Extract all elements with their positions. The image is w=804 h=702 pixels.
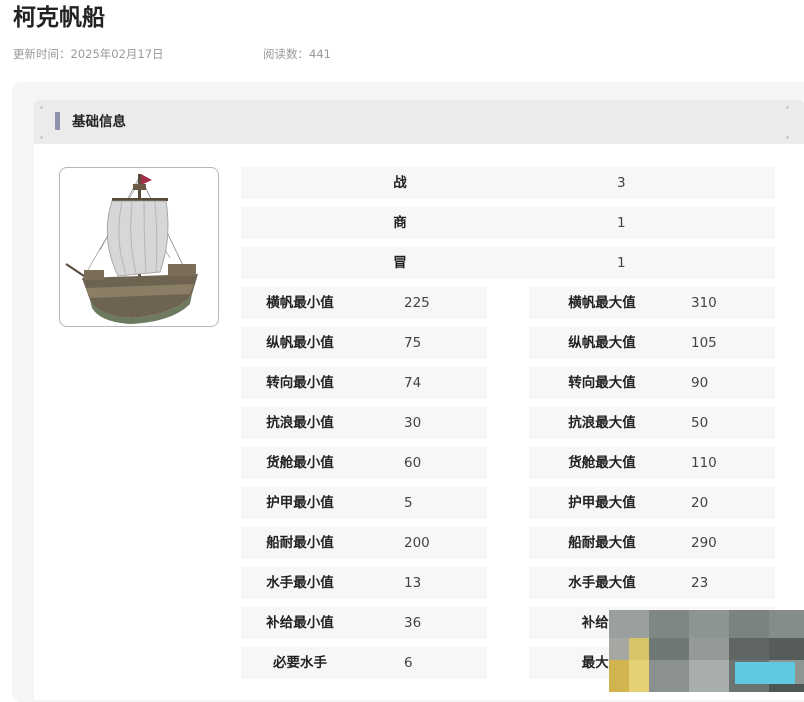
stat-value: 13: [404, 575, 422, 591]
stat-cell-max: 水手最大值 23: [529, 567, 775, 599]
stat-row-war: 战 3: [241, 167, 775, 199]
stat-value: 3: [617, 175, 626, 191]
stat-label: 纵帆最小值: [266, 335, 334, 351]
stat-label: 横帆最大值: [568, 295, 636, 311]
stat-label: 货舱最大值: [568, 455, 636, 471]
stat-value: 290: [691, 535, 717, 551]
stat-label: 护甲最小值: [266, 495, 334, 511]
stat-label: 抗浪最小值: [266, 415, 334, 431]
stat-cell-max: 纵帆最大值 105: [529, 327, 775, 359]
stat-cell-min: 必要水手 6: [241, 647, 487, 679]
stat-cell-min: 护甲最小值 5: [241, 487, 487, 519]
stat-value: 105: [691, 335, 717, 351]
stat-value: 110: [691, 455, 717, 471]
stat-value: 50: [691, 415, 709, 431]
page-title: 柯克帆船: [13, 5, 105, 31]
ship-image: [59, 167, 219, 327]
stat-value: 74: [404, 375, 422, 391]
stat-value: 1: [617, 215, 626, 231]
stat-cell-min: 货舱最小值 60: [241, 447, 487, 479]
stat-label: 冒: [393, 255, 407, 271]
stat-label: 护甲最大值: [568, 495, 636, 511]
stat-label: 转向最小值: [266, 375, 334, 391]
stat-cell-max: 船耐最大值 290: [529, 527, 775, 559]
stat-cell-min: 船耐最小值 200: [241, 527, 487, 559]
stat-cell-max: 货舱最大值 110: [529, 447, 775, 479]
stat-value: 20: [691, 495, 709, 511]
stat-label: 船耐最大值: [568, 535, 636, 551]
stat-label: 横帆最小值: [266, 295, 334, 311]
stat-label: 货舱最小值: [266, 455, 334, 471]
section-header: 基础信息: [34, 100, 804, 144]
stat-value: 225: [404, 295, 430, 311]
corner-dot: [40, 136, 43, 139]
stat-value: 90: [691, 375, 709, 391]
stat-value: 310: [691, 295, 717, 311]
stat-label: 纵帆最大值: [568, 335, 636, 351]
stat-value: 75: [404, 335, 422, 351]
sailing-ship-icon: [65, 174, 198, 324]
stat-value: 23: [691, 575, 709, 591]
corner-dot: [786, 136, 789, 139]
stat-label: 转向最大值: [568, 375, 636, 391]
section-accent-bar: [55, 112, 60, 130]
stat-cell-min: 水手最小值 13: [241, 567, 487, 599]
update-time: 更新时间：2025年02月17日: [13, 47, 164, 61]
corner-dot: [40, 106, 43, 109]
stat-cell-max: 护甲最大值 20: [529, 487, 775, 519]
stat-cell-min: 横帆最小值 225: [241, 287, 487, 319]
stat-value: 36: [404, 615, 422, 631]
stat-row-trade: 商 1: [241, 207, 775, 239]
stat-cell-max: 横帆最大值 310: [529, 287, 775, 319]
stat-cell-min: 转向最小值 74: [241, 367, 487, 399]
stat-label: 必要水手: [273, 655, 327, 671]
stat-label: 船耐最小值: [266, 535, 334, 551]
read-count: 阅读数：441: [263, 47, 331, 61]
stat-value: 1: [617, 255, 626, 271]
stat-label: 水手最大值: [568, 575, 636, 591]
stat-cell-min: 补给最小值 36: [241, 607, 487, 639]
stat-value: 60: [404, 455, 422, 471]
stat-cell-min: 抗浪最小值 30: [241, 407, 487, 439]
section-title: 基础信息: [72, 114, 126, 130]
stat-value: 6: [404, 655, 413, 671]
stat-value: 200: [404, 535, 430, 551]
stat-label: 水手最小值: [266, 575, 334, 591]
stat-label: 战: [393, 175, 407, 191]
stat-label: 补给最小值: [266, 615, 334, 631]
blurred-overlay-image: [609, 610, 804, 692]
stat-label: 商: [393, 215, 407, 231]
corner-dot: [786, 106, 789, 109]
stat-value: 5: [404, 495, 413, 511]
stat-label: 抗浪最大值: [568, 415, 636, 431]
stat-cell-max: 转向最大值 90: [529, 367, 775, 399]
stat-cell-min: 纵帆最小值 75: [241, 327, 487, 359]
stat-row-adventure: 冒 1: [241, 247, 775, 279]
stat-value: 30: [404, 415, 422, 431]
stat-cell-max: 抗浪最大值 50: [529, 407, 775, 439]
